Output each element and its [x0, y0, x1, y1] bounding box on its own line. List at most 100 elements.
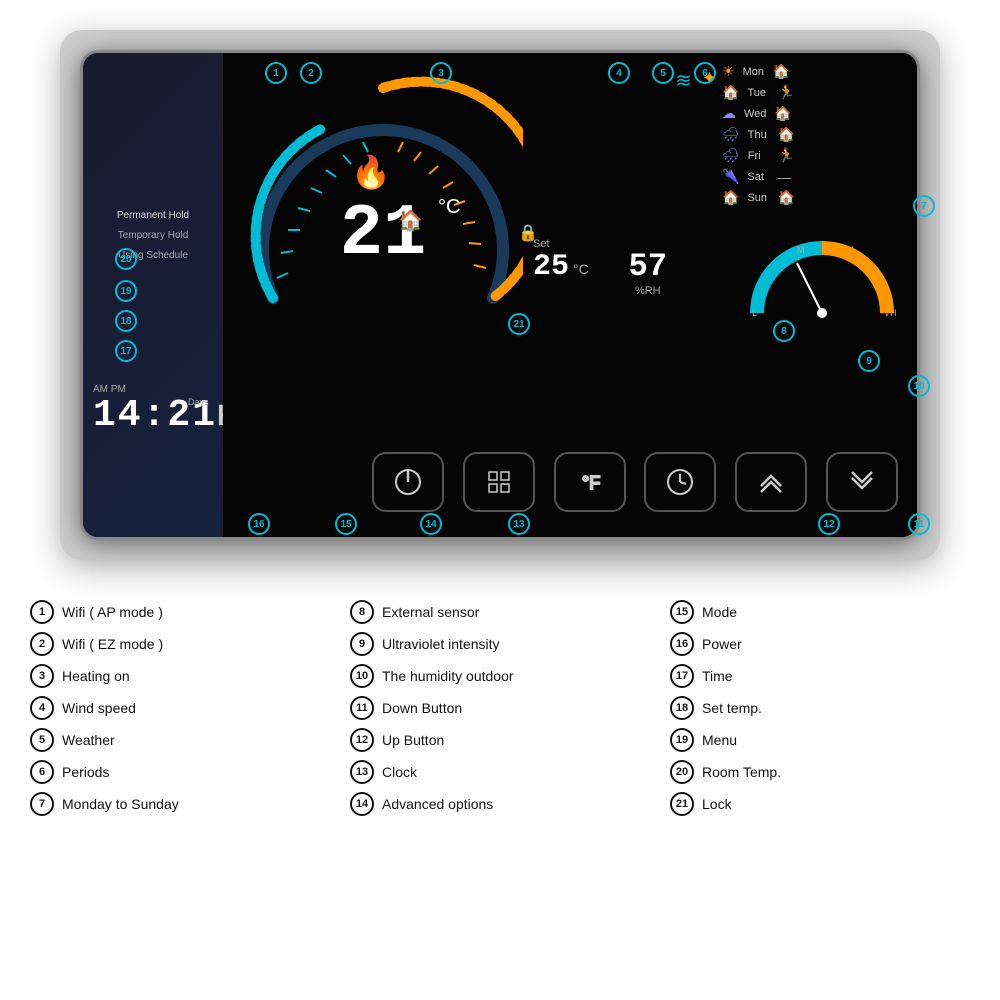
label-text-11: Down Button [382, 700, 462, 716]
sun-weather-icon: 🏠 [722, 189, 739, 206]
day-row-tue: 🏠 Tue 🏃 [722, 84, 902, 101]
sat-home-icon: — [777, 169, 791, 185]
label-text-20: Room Temp. [702, 764, 781, 780]
label-num-16: 16 [670, 632, 694, 656]
mon-home-icon: 🏠 [773, 63, 790, 80]
label-item-5: 5 Weather [30, 728, 330, 752]
sun-home-icon: 🏠 [777, 189, 794, 206]
svg-text:21: 21 [340, 193, 426, 275]
mon-weather-icon: ☀ [722, 63, 735, 80]
annotation-6: 6 [694, 62, 716, 84]
annotation-13: 13 [508, 513, 530, 535]
day-row-fri: 🌧 Fri 🏃 [722, 147, 902, 164]
mode-button[interactable] [463, 452, 535, 512]
uv-gauge: L M H VH UV index [747, 238, 897, 318]
label-num-4: 4 [30, 696, 54, 720]
wind-icon: ≋ [675, 68, 692, 93]
label-num-9: 9 [350, 632, 374, 656]
down-button[interactable] [826, 452, 898, 512]
svg-text:°F: °F [582, 473, 600, 493]
fahrenheit-button[interactable]: °F [554, 452, 626, 512]
thu-label: Thu [748, 129, 778, 141]
label-item-8: 8 External sensor [350, 600, 650, 624]
annotation-11: 11 [908, 513, 930, 535]
label-num-15: 15 [670, 600, 694, 624]
humidity-area: 57 %RH [629, 248, 667, 297]
label-item-21: 21 Lock [670, 792, 970, 816]
label-num-7: 7 [30, 792, 54, 816]
power-button[interactable] [372, 452, 444, 512]
label-num-14: 14 [350, 792, 374, 816]
svg-text:M: M [797, 245, 805, 255]
home-icon: 🏠 [398, 208, 423, 233]
label-text-17: Time [702, 668, 733, 684]
label-text-9: Ultraviolet intensity [382, 636, 500, 652]
set-label: Set [533, 238, 589, 250]
annotation-3: 3 [430, 62, 452, 84]
tue-label: Tue [747, 87, 777, 99]
wed-label: Wed [744, 108, 774, 120]
label-item-7: 7 Monday to Sunday [30, 792, 330, 816]
label-num-21: 21 [670, 792, 694, 816]
annotation-18: 18 [115, 310, 137, 332]
annotation-20: 20 [115, 248, 137, 270]
svg-text:H: H [847, 245, 854, 255]
label-item-13: 13 Clock [350, 760, 650, 784]
label-item-12: 12 Up Button [350, 728, 650, 752]
label-item-1: 1 Wifi ( AP mode ) [30, 600, 330, 624]
label-item-2: 2 Wifi ( EZ mode ) [30, 632, 330, 656]
annotation-17: 17 [115, 340, 137, 362]
temporary-hold-label: Temporary Hold [93, 228, 213, 244]
permanent-hold-label: Permanent Hold [93, 208, 213, 224]
label-text-5: Weather [62, 732, 115, 748]
label-text-10: The humidity outdoor [382, 668, 514, 684]
label-item-3: 3 Heating on [30, 664, 330, 688]
label-text-15: Mode [702, 604, 737, 620]
label-num-18: 18 [670, 696, 694, 720]
svg-text:VH: VH [884, 308, 897, 318]
main-display: 🔥 21 °C 🏠 Set 25 °C 🔒 [223, 53, 917, 537]
using-schedule-label: Using Schedule [93, 248, 213, 264]
label-text-7: Monday to Sunday [62, 796, 179, 812]
annotation-21: 21 [508, 313, 530, 335]
tue-weather-icon: 🏠 [722, 84, 739, 101]
thu-home-icon: 🏠 [778, 126, 795, 143]
clock-button[interactable] [644, 452, 716, 512]
sat-label: Sat [747, 171, 777, 183]
label-text-19: Menu [702, 732, 737, 748]
annotation-4: 4 [608, 62, 630, 84]
label-item-17: 17 Time [670, 664, 970, 688]
device-body: Permanent Hold Temporary Hold Using Sche… [80, 50, 920, 540]
day-row-wed: ☁ Wed 🏠 [722, 105, 902, 122]
label-item-14: 14 Advanced options [350, 792, 650, 816]
humidity-value: 57 [629, 248, 667, 285]
humidity-unit: %RH [629, 285, 667, 297]
temperature-arc: 🔥 21 °C [243, 68, 523, 348]
annotation-14: 14 [420, 513, 442, 535]
fri-label: Fri [748, 150, 778, 162]
annotation-7: 7 [913, 195, 935, 217]
annotation-9: 9 [858, 350, 880, 372]
time-display: 14:21h [93, 394, 236, 437]
up-button[interactable] [735, 452, 807, 512]
label-text-1: Wifi ( AP mode ) [62, 604, 163, 620]
fri-home-icon: 🏃 [778, 147, 795, 164]
day-row-mon: ☀ Mon 🏠 [722, 63, 902, 80]
day-row-sun: 🏠 Sun 🏠 [722, 189, 902, 206]
label-item-10: 10 The humidity outdoor [350, 664, 650, 688]
label-text-8: External sensor [382, 604, 479, 620]
label-num-1: 1 [30, 600, 54, 624]
label-item-20: 20 Room Temp. [670, 760, 970, 784]
label-text-21: Lock [702, 796, 732, 812]
annotation-10: 10 [908, 375, 930, 397]
fri-weather-icon: 🌧 [722, 147, 740, 164]
label-text-12: Up Button [382, 732, 444, 748]
device-container: Permanent Hold Temporary Hold Using Sche… [60, 30, 940, 560]
buttons-row: °F [363, 452, 907, 512]
svg-text:L: L [752, 308, 757, 318]
sun-label: Sun [747, 192, 777, 204]
label-num-8: 8 [350, 600, 374, 624]
set-unit: °C [573, 261, 589, 277]
label-num-17: 17 [670, 664, 694, 688]
label-num-3: 3 [30, 664, 54, 688]
